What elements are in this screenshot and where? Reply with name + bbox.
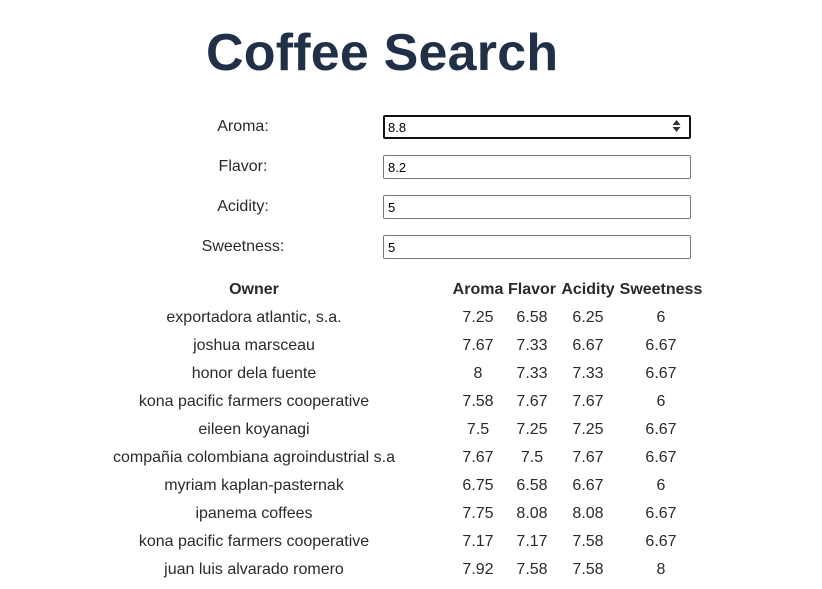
aroma-cell: 7.67: [462, 449, 494, 466]
cell-spacer: [408, 528, 450, 556]
acidity-cell: 7.25: [572, 421, 604, 438]
acidity-row: Acidity:: [0, 195, 822, 219]
owner-cell: ipanema coffees: [195, 505, 313, 522]
page-title: Coffee Search: [206, 24, 559, 82]
cell-spacer: [408, 388, 450, 416]
sweetness-cell: 6.67: [645, 365, 677, 382]
sweetness-cell: 6.67: [645, 533, 677, 550]
cell-spacer: [408, 332, 450, 360]
aroma-cell: 7.92: [462, 561, 494, 578]
aroma-cell: 7.5: [466, 421, 490, 438]
aroma-cell: 6.75: [462, 477, 494, 494]
cell-spacer: [408, 500, 450, 528]
header-owner: Owner: [229, 281, 279, 298]
acidity-cell: 7.58: [572, 533, 604, 550]
cell-spacer: [408, 360, 450, 388]
owner-cell: myriam kaplan-pasternak: [164, 477, 344, 494]
table-row: honor dela fuente 8 7.33 7.33 6.67: [100, 360, 704, 388]
acidity-cell: 8.08: [572, 505, 604, 522]
header-flavor: Flavor: [507, 281, 556, 298]
table-row: myriam kaplan-pasternak 6.75 6.58 6.67 6: [100, 472, 704, 500]
flavor-cell: 7.67: [516, 393, 548, 410]
owner-cell: eileen koyanagi: [198, 421, 310, 438]
stepper-icon[interactable]: [672, 119, 681, 133]
acidity-input[interactable]: [383, 195, 691, 219]
sweetness-cell: 6.67: [645, 421, 677, 438]
sweetness-cell: 8: [656, 561, 666, 578]
flavor-cell: 7.5: [520, 449, 544, 466]
table-row: kona pacific farmers cooperative 7.58 7.67…: [100, 388, 704, 416]
flavor-cell: 7.58: [516, 561, 548, 578]
flavor-input[interactable]: [383, 155, 691, 179]
table-row: eileen koyanagi 7.5 7.25 7.25 6.67: [100, 416, 704, 444]
header-sweetness: Sweetness: [619, 281, 703, 298]
cell-spacer: [408, 444, 450, 472]
cell-spacer: [408, 472, 450, 500]
acidity-cell: 6.25: [572, 309, 604, 326]
header-acidity: Acidity: [561, 281, 615, 298]
owner-cell: compañia colombiana agroindustrial s.a: [113, 449, 395, 466]
table-row: juan luis alvarado romero 7.92 7.58 7.58 8: [100, 556, 704, 584]
table-row: compañia colombiana agroindustrial s.a 7.…: [100, 444, 704, 472]
acidity-label: Acidity:: [217, 198, 269, 215]
flavor-cell: 6.58: [516, 309, 548, 326]
flavor-cell: 7.25: [516, 421, 548, 438]
sweetness-cell: 6: [656, 393, 666, 410]
acidity-cell: 7.33: [572, 365, 604, 382]
flavor-cell: 7.17: [516, 533, 548, 550]
aroma-row: Aroma:: [0, 115, 822, 139]
owner-cell: kona pacific farmers cooperative: [138, 533, 370, 550]
cell-spacer: [408, 416, 450, 444]
aroma-input[interactable]: [383, 115, 691, 139]
flavor-cell: 7.33: [516, 365, 548, 382]
aroma-cell: 8: [473, 365, 483, 382]
acidity-cell: 6.67: [572, 337, 604, 354]
owner-cell: joshua marsceau: [193, 337, 315, 354]
aroma-cell: 7.75: [462, 505, 494, 522]
table-row: joshua marsceau 7.67 7.33 6.67 6.67: [100, 332, 704, 360]
sweetness-cell: 6.67: [645, 337, 677, 354]
aroma-label: Aroma:: [217, 118, 269, 135]
sweetness-cell: 6.67: [645, 505, 677, 522]
aroma-cell: 7.25: [462, 309, 494, 326]
results-table: Owner Aroma Flavor Acidity Sweetness exp…: [100, 276, 704, 584]
aroma-cell: 7.58: [462, 393, 494, 410]
flavor-label: Flavor:: [218, 158, 268, 175]
owner-cell: kona pacific farmers cooperative: [138, 393, 370, 410]
header-spacer: [408, 276, 450, 304]
sweetness-row: Sweetness:: [0, 235, 822, 259]
flavor-cell: 7.33: [516, 337, 548, 354]
acidity-cell: 7.67: [572, 393, 604, 410]
cell-spacer: [408, 304, 450, 332]
flavor-cell: 6.58: [516, 477, 548, 494]
owner-cell: exportadora atlantic, s.a.: [166, 309, 342, 326]
acidity-cell: 6.67: [572, 477, 604, 494]
owner-cell: juan luis alvarado romero: [164, 561, 344, 578]
sweetness-input[interactable]: [383, 235, 691, 259]
flavor-cell: 8.08: [516, 505, 548, 522]
owner-cell: honor dela fuente: [191, 365, 317, 382]
acidity-cell: 7.67: [572, 449, 604, 466]
aroma-cell: 7.67: [462, 337, 494, 354]
sweetness-cell: 6: [656, 477, 666, 494]
sweetness-cell: 6.67: [645, 449, 677, 466]
table-row: ipanema coffees 7.75 8.08 8.08 6.67: [100, 500, 704, 528]
acidity-cell: 7.58: [572, 561, 604, 578]
flavor-row: Flavor:: [0, 155, 822, 179]
sweetness-cell: 6: [656, 309, 666, 326]
table-header-row: Owner Aroma Flavor Acidity Sweetness: [100, 276, 704, 304]
cell-spacer: [408, 556, 450, 584]
sweetness-label: Sweetness:: [201, 238, 285, 255]
header-aroma: Aroma: [452, 281, 504, 298]
aroma-cell: 7.17: [462, 533, 494, 550]
table-row: exportadora atlantic, s.a. 7.25 6.58 6.25 6: [100, 304, 704, 332]
table-row: kona pacific farmers cooperative 7.17 7.17…: [100, 528, 704, 556]
